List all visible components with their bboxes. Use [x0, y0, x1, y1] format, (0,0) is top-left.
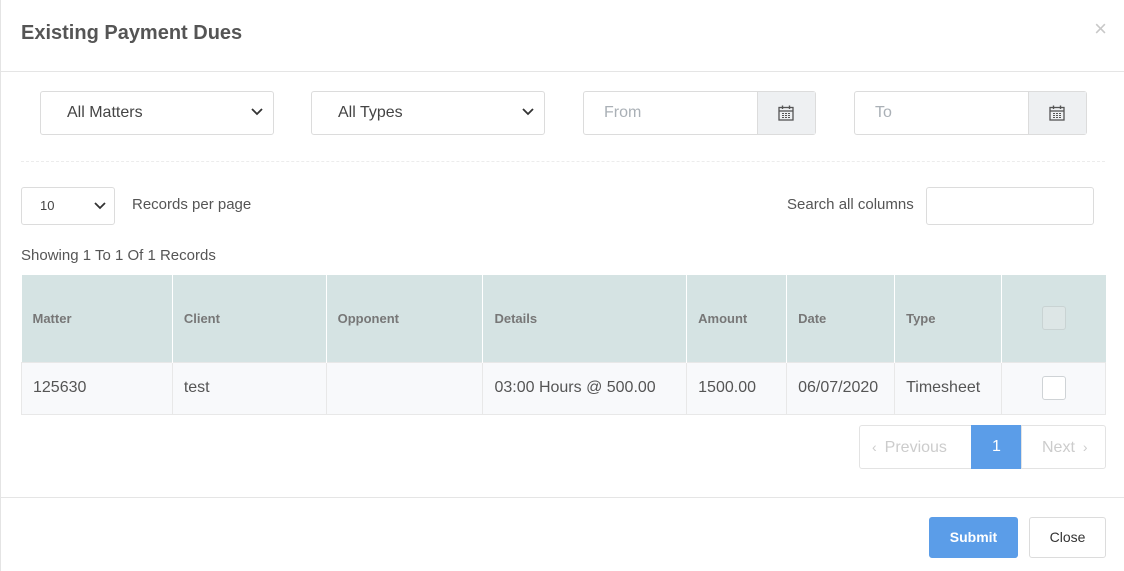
select-all-checkbox[interactable] — [1041, 306, 1066, 331]
header-date[interactable]: Date — [786, 275, 896, 362]
to-date-group: To — [854, 91, 1087, 135]
cell-opponent — [325, 361, 484, 415]
table-header-row: Matter Client Opponent Details Amount Da… — [21, 275, 1106, 362]
cell-type: Timesheet — [894, 361, 1003, 415]
submit-button[interactable]: Submit — [929, 517, 1018, 558]
from-date-group: From — [583, 91, 816, 135]
chevron-down-icon — [251, 108, 263, 116]
cell-date: 06/07/2020 — [786, 361, 896, 415]
records-summary: Showing 1 To 1 Of 1 Records — [21, 247, 216, 264]
close-icon[interactable]: × — [1094, 18, 1107, 40]
row-checkbox[interactable] — [1041, 376, 1066, 400]
matters-select[interactable]: All Matters — [40, 91, 274, 135]
search-input[interactable] — [926, 187, 1094, 225]
header-amount[interactable]: Amount — [686, 275, 788, 362]
payment-dues-table: Matter Client Opponent Details Amount Da… — [21, 275, 1106, 415]
search-label: Search all columns — [787, 196, 914, 213]
records-per-page-select[interactable]: 10 — [21, 187, 115, 225]
payment-dues-modal: Existing Payment Dues × All Matters All … — [0, 0, 1124, 571]
cell-select — [1001, 361, 1106, 415]
to-calendar-button[interactable] — [1028, 92, 1086, 134]
records-per-page-label: Records per page — [132, 196, 252, 213]
footer-divider — [1, 497, 1124, 498]
matters-select-value: All Matters — [67, 104, 143, 121]
page-1-button[interactable]: 1 — [971, 425, 1022, 469]
chevron-left-icon: ‹ — [872, 439, 877, 455]
filter-divider — [21, 161, 1105, 162]
next-page-button[interactable]: Next › — [1021, 425, 1106, 469]
chevron-down-icon — [94, 202, 106, 210]
previous-page-button[interactable]: ‹ Previous — [859, 425, 972, 469]
types-select[interactable]: All Types — [311, 91, 545, 135]
to-date-input[interactable]: To — [855, 92, 1029, 134]
header-type[interactable]: Type — [894, 275, 1003, 362]
from-calendar-button[interactable] — [757, 92, 815, 134]
cell-details: 03:00 Hours @ 500.00 — [482, 361, 688, 415]
cell-client: test — [171, 361, 327, 415]
header-select-all — [1001, 275, 1106, 362]
chevron-right-icon: › — [1082, 439, 1088, 455]
from-date-input[interactable]: From — [584, 92, 758, 134]
previous-label: Previous — [884, 439, 947, 456]
cell-amount: 1500.00 — [686, 361, 788, 415]
cell-matter: 125630 — [21, 361, 173, 415]
header-details[interactable]: Details — [482, 275, 688, 362]
modal-header: Existing Payment Dues × — [1, 0, 1124, 72]
chevron-down-icon — [522, 108, 534, 116]
calendar-icon — [778, 105, 794, 121]
calendar-icon — [1049, 105, 1065, 121]
types-select-value: All Types — [338, 104, 403, 121]
per-page-value: 10 — [40, 198, 55, 213]
header-opponent[interactable]: Opponent — [326, 275, 484, 362]
table-row: 125630 test 03:00 Hours @ 500.00 1500.00… — [21, 361, 1106, 415]
next-label: Next — [1042, 439, 1075, 456]
close-button[interactable]: Close — [1029, 517, 1106, 558]
header-client[interactable]: Client — [172, 275, 327, 362]
header-matter[interactable]: Matter — [21, 275, 173, 362]
modal-title: Existing Payment Dues — [21, 22, 243, 44]
